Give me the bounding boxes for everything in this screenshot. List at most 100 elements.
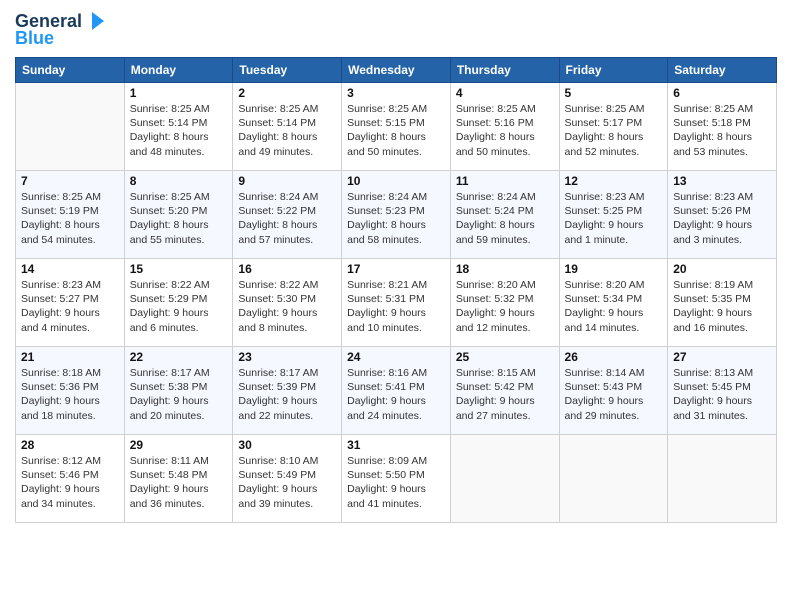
day-number: 11 [456,174,554,188]
weekday-header: Monday [124,58,233,83]
calendar-day-cell: 22 Sunrise: 8:17 AMSunset: 5:38 PMDayligh… [124,347,233,435]
calendar-day-cell: 11 Sunrise: 8:24 AMSunset: 5:24 PMDayligh… [450,171,559,259]
day-info: Sunrise: 8:25 AMSunset: 5:15 PMDaylight:… [347,102,445,159]
calendar-day-cell: 14 Sunrise: 8:23 AMSunset: 5:27 PMDayligh… [16,259,125,347]
calendar-week-row: 28Sunrise: 8:12 AMSunset: 5:46 PMDayligh… [16,435,777,523]
day-info: Sunrise: 8:23 AMSunset: 5:26 PMDaylight:… [673,190,771,247]
calendar-day-cell: 4 Sunrise: 8:25 AMSunset: 5:16 PMDaylight… [450,83,559,171]
day-number: 27 [673,350,771,364]
calendar-day-cell [559,435,668,523]
day-info: Sunrise: 8:25 AMSunset: 5:20 PMDaylight:… [130,190,228,247]
weekday-header: Sunday [16,58,125,83]
day-number: 7 [21,174,119,188]
day-info: Sunrise: 8:24 AMSunset: 5:23 PMDaylight:… [347,190,445,247]
day-number: 3 [347,86,445,100]
day-number: 19 [565,262,663,276]
calendar-day-cell: 30 Sunrise: 8:10 AMSunset: 5:49 PMDayligh… [233,435,342,523]
calendar-day-cell [668,435,777,523]
weekday-header: Wednesday [342,58,451,83]
calendar-day-cell: 23 Sunrise: 8:17 AMSunset: 5:39 PMDayligh… [233,347,342,435]
day-info: Sunrise: 8:20 AMSunset: 5:32 PMDaylight:… [456,278,554,335]
day-info: Sunrise: 8:23 AMSunset: 5:27 PMDaylight:… [21,278,119,335]
day-info: Sunrise: 8:24 AMSunset: 5:24 PMDaylight:… [456,190,554,247]
weekday-header: Friday [559,58,668,83]
calendar-day-cell: 18Sunrise: 8:20 AMSunset: 5:32 PMDayligh… [450,259,559,347]
day-info: Sunrise: 8:21 AMSunset: 5:31 PMDaylight:… [347,278,445,335]
day-info: Sunrise: 8:25 AMSunset: 5:14 PMDaylight:… [130,102,228,159]
calendar-day-cell: 13Sunrise: 8:23 AMSunset: 5:26 PMDayligh… [668,171,777,259]
day-number: 23 [238,350,336,364]
calendar-day-cell: 1 Sunrise: 8:25 AMSunset: 5:14 PMDaylight… [124,83,233,171]
weekday-header: Tuesday [233,58,342,83]
day-info: Sunrise: 8:19 AMSunset: 5:35 PMDaylight:… [673,278,771,335]
calendar-header-row: SundayMondayTuesdayWednesdayThursdayFrid… [16,58,777,83]
calendar-day-cell: 8 Sunrise: 8:25 AMSunset: 5:20 PMDaylight… [124,171,233,259]
calendar-day-cell [16,83,125,171]
day-number: 30 [238,438,336,452]
day-info: Sunrise: 8:25 AMSunset: 5:17 PMDaylight:… [565,102,663,159]
day-number: 20 [673,262,771,276]
day-info: Sunrise: 8:17 AMSunset: 5:38 PMDaylight:… [130,366,228,423]
day-info: Sunrise: 8:16 AMSunset: 5:41 PMDaylight:… [347,366,445,423]
day-number: 10 [347,174,445,188]
day-number: 25 [456,350,554,364]
calendar-day-cell [450,435,559,523]
calendar-day-cell: 24 Sunrise: 8:16 AMSunset: 5:41 PMDayligh… [342,347,451,435]
day-number: 4 [456,86,554,100]
calendar-day-cell: 10 Sunrise: 8:24 AMSunset: 5:23 PMDayligh… [342,171,451,259]
calendar-table: SundayMondayTuesdayWednesdayThursdayFrid… [15,57,777,523]
day-info: Sunrise: 8:15 AMSunset: 5:42 PMDaylight:… [456,366,554,423]
day-number: 12 [565,174,663,188]
calendar-day-cell: 25 Sunrise: 8:15 AMSunset: 5:42 PMDayligh… [450,347,559,435]
logo: General Blue [15,10,106,49]
day-info: Sunrise: 8:09 AMSunset: 5:50 PMDaylight:… [347,454,445,511]
calendar-week-row: 1 Sunrise: 8:25 AMSunset: 5:14 PMDaylight… [16,83,777,171]
day-number: 29 [130,438,228,452]
calendar-day-cell: 28Sunrise: 8:12 AMSunset: 5:46 PMDayligh… [16,435,125,523]
day-number: 14 [21,262,119,276]
calendar-week-row: 21 Sunrise: 8:18 AMSunset: 5:36 PMDayligh… [16,347,777,435]
day-info: Sunrise: 8:18 AMSunset: 5:36 PMDaylight:… [21,366,119,423]
calendar-day-cell: 16Sunrise: 8:22 AMSunset: 5:30 PMDayligh… [233,259,342,347]
day-info: Sunrise: 8:12 AMSunset: 5:46 PMDaylight:… [21,454,119,511]
day-info: Sunrise: 8:11 AMSunset: 5:48 PMDaylight:… [130,454,228,511]
day-number: 17 [347,262,445,276]
day-info: Sunrise: 8:20 AMSunset: 5:34 PMDaylight:… [565,278,663,335]
day-number: 15 [130,262,228,276]
day-info: Sunrise: 8:23 AMSunset: 5:25 PMDaylight:… [565,190,663,247]
calendar-day-cell: 6 Sunrise: 8:25 AMSunset: 5:18 PMDaylight… [668,83,777,171]
day-info: Sunrise: 8:25 AMSunset: 5:14 PMDaylight:… [238,102,336,159]
calendar-day-cell: 31Sunrise: 8:09 AMSunset: 5:50 PMDayligh… [342,435,451,523]
day-number: 21 [21,350,119,364]
day-info: Sunrise: 8:22 AMSunset: 5:29 PMDaylight:… [130,278,228,335]
day-info: Sunrise: 8:25 AMSunset: 5:16 PMDaylight:… [456,102,554,159]
calendar-day-cell: 27 Sunrise: 8:13 AMSunset: 5:45 PMDayligh… [668,347,777,435]
logo-blue: Blue [15,28,54,49]
day-number: 24 [347,350,445,364]
day-info: Sunrise: 8:22 AMSunset: 5:30 PMDaylight:… [238,278,336,335]
day-number: 22 [130,350,228,364]
page-header: General Blue [15,10,777,49]
calendar-day-cell: 26Sunrise: 8:14 AMSunset: 5:43 PMDayligh… [559,347,668,435]
day-info: Sunrise: 8:13 AMSunset: 5:45 PMDaylight:… [673,366,771,423]
day-info: Sunrise: 8:25 AMSunset: 5:18 PMDaylight:… [673,102,771,159]
day-number: 1 [130,86,228,100]
day-number: 8 [130,174,228,188]
logo-triangle-icon [84,10,106,32]
day-info: Sunrise: 8:24 AMSunset: 5:22 PMDaylight:… [238,190,336,247]
day-info: Sunrise: 8:17 AMSunset: 5:39 PMDaylight:… [238,366,336,423]
calendar-day-cell: 17 Sunrise: 8:21 AMSunset: 5:31 PMDayligh… [342,259,451,347]
calendar-week-row: 14 Sunrise: 8:23 AMSunset: 5:27 PMDayligh… [16,259,777,347]
weekday-header: Thursday [450,58,559,83]
calendar-day-cell: 3 Sunrise: 8:25 AMSunset: 5:15 PMDaylight… [342,83,451,171]
calendar-day-cell: 9 Sunrise: 8:24 AMSunset: 5:22 PMDaylight… [233,171,342,259]
day-number: 26 [565,350,663,364]
day-number: 2 [238,86,336,100]
weekday-header: Saturday [668,58,777,83]
calendar-day-cell: 15 Sunrise: 8:22 AMSunset: 5:29 PMDayligh… [124,259,233,347]
calendar-week-row: 7Sunrise: 8:25 AMSunset: 5:19 PMDaylight… [16,171,777,259]
day-info: Sunrise: 8:10 AMSunset: 5:49 PMDaylight:… [238,454,336,511]
day-number: 9 [238,174,336,188]
calendar-day-cell: 29 Sunrise: 8:11 AMSunset: 5:48 PMDayligh… [124,435,233,523]
day-number: 6 [673,86,771,100]
